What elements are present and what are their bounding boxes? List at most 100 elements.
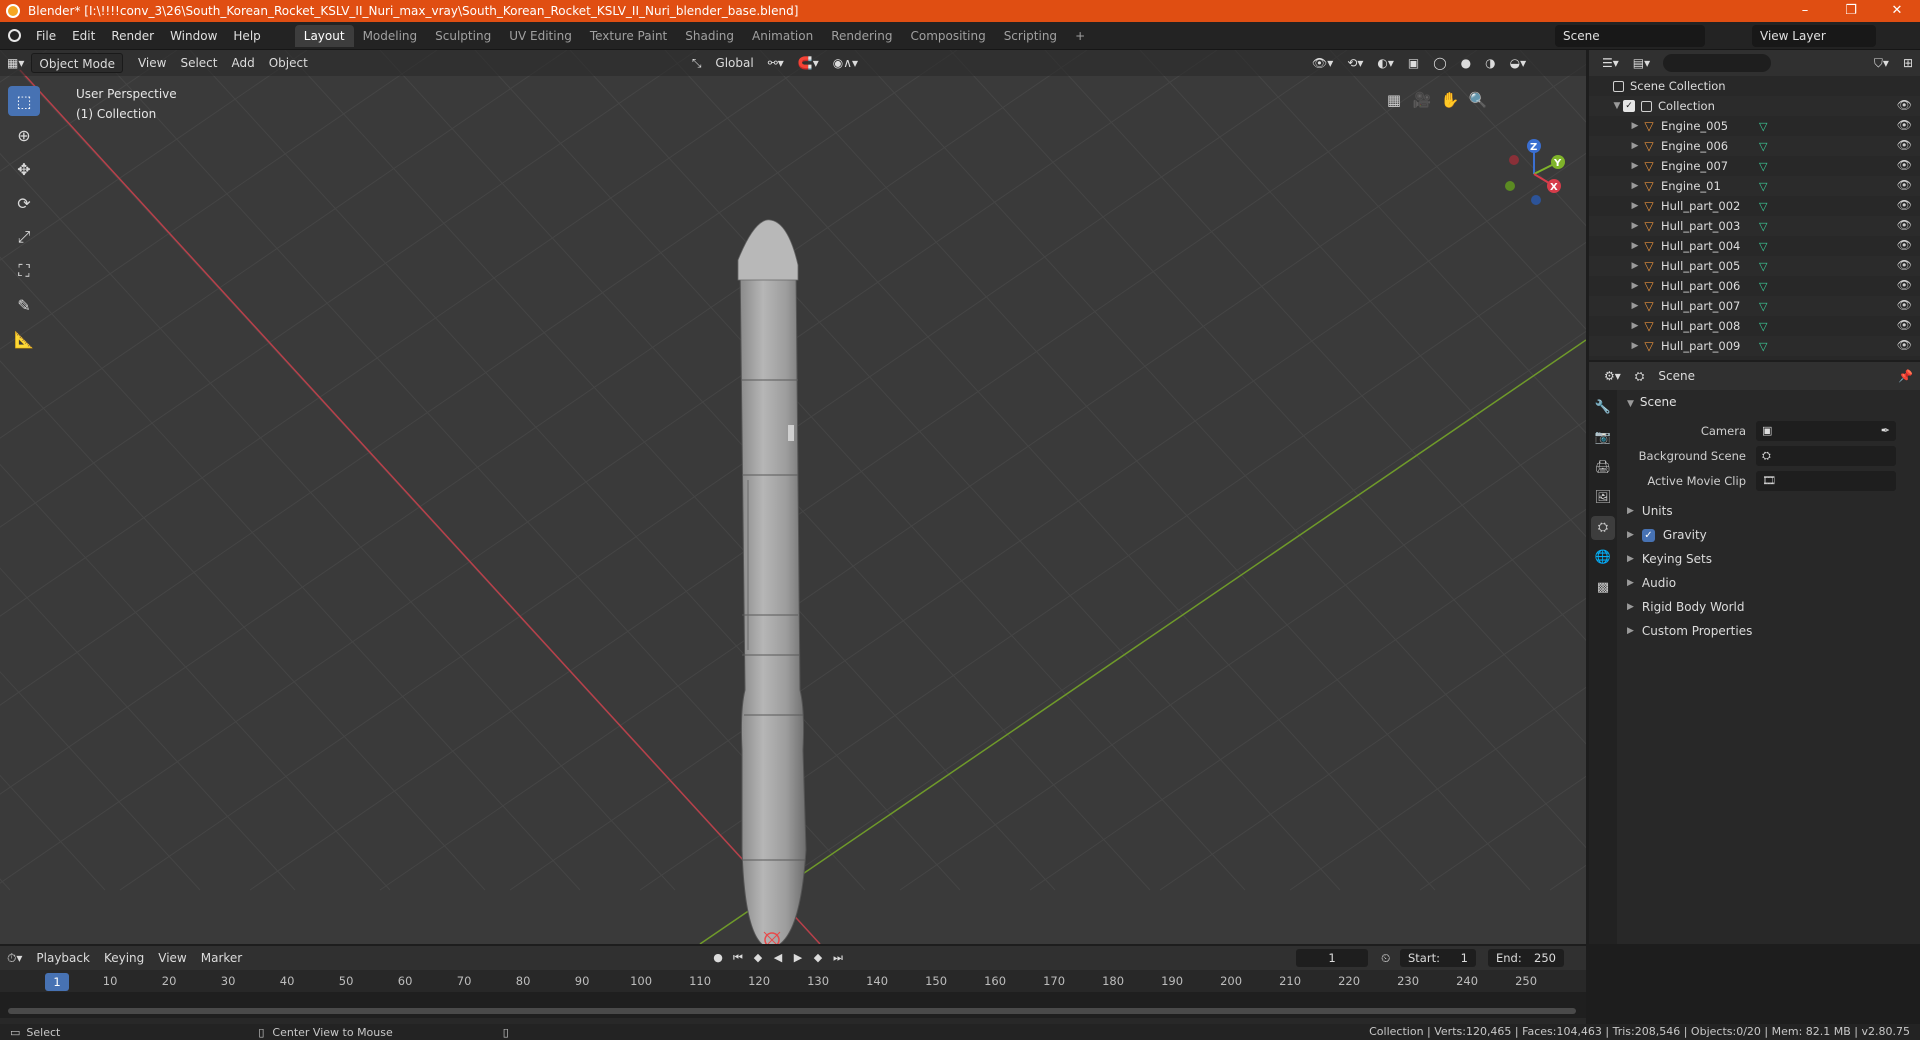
tab-texture-paint[interactable]: Texture Paint (581, 25, 676, 47)
gravity-panel[interactable]: ▶ ✓ Gravity (1619, 523, 1920, 547)
outliner-object-row[interactable]: ▶ ▽ Hull_part_002 ▽ 👁 (1589, 196, 1920, 216)
minimize-button[interactable]: – (1782, 0, 1828, 22)
outliner-object-row[interactable]: ▶ ▽ Engine_006 ▽ 👁 (1589, 136, 1920, 156)
eye-icon[interactable]: 👁 (1897, 338, 1912, 352)
mesh-data-icon[interactable]: ▽ (1759, 280, 1767, 293)
record-icon[interactable]: ● (708, 948, 728, 968)
pivot-icon[interactable]: ⚯▾ (761, 53, 791, 73)
new-collection-icon[interactable]: ⊞ (1896, 53, 1920, 73)
expand-arrow-icon[interactable]: ▶ (1629, 261, 1641, 271)
shading-solid-icon[interactable]: ● (1454, 53, 1478, 73)
outliner-object-row[interactable]: ▶ ▽ Hull_part_008 ▽ 👁 (1589, 316, 1920, 336)
mesh-data-icon[interactable]: ▽ (1759, 300, 1767, 313)
end-frame-field[interactable]: End: 250 (1488, 949, 1564, 967)
mesh-data-icon[interactable]: ▽ (1759, 260, 1767, 273)
eye-icon[interactable]: 👁 (1897, 238, 1912, 252)
active-movie-clip-field[interactable]: 🎞 (1756, 470, 1896, 491)
units-panel[interactable]: ▶ Units (1619, 499, 1920, 523)
annotate-tool-icon[interactable]: ✎ (8, 290, 40, 320)
eye-icon[interactable]: 👁 (1897, 98, 1912, 112)
add-workspace-button[interactable]: + (1066, 25, 1094, 47)
select-box-tool-icon[interactable]: ⬚ (8, 86, 40, 116)
transform-orientation-dropdown[interactable]: Global (708, 53, 760, 73)
frame-ruler[interactable]: 1 10 20 30 40 50 60 70 80 90 100 110 120 130 140 150 16… (0, 972, 1586, 992)
eye-icon[interactable]: 👁 (1897, 318, 1912, 332)
rocket-model[interactable] (737, 219, 807, 944)
render-tab-icon[interactable]: 📷 (1591, 426, 1615, 450)
mesh-data-icon[interactable]: ▽ (1759, 320, 1767, 333)
expand-arrow-icon[interactable]: ▶ (1629, 281, 1641, 291)
object-mode-dropdown[interactable]: Object Mode (31, 53, 123, 73)
audio-panel[interactable]: ▶ Audio (1619, 571, 1920, 595)
pin-icon[interactable]: 📌 (1891, 366, 1920, 386)
mesh-data-icon[interactable]: ▽ (1759, 240, 1767, 253)
scene-tab-icon[interactable]: ⛭ (1591, 516, 1615, 540)
collection-row[interactable]: ▼ ✓ Collection 👁 (1589, 96, 1920, 116)
expand-arrow-icon[interactable]: ▶ (1629, 161, 1641, 171)
view-layer-tab-icon[interactable]: 🖼 (1591, 486, 1615, 510)
expand-arrow-icon[interactable]: ▶ (1629, 141, 1641, 151)
timeline-scrollbar[interactable] (8, 1008, 1576, 1014)
mesh-data-icon[interactable]: ▽ (1759, 140, 1767, 153)
world-tab-icon[interactable]: 🌐 (1591, 546, 1615, 570)
outliner-object-row[interactable]: ▶ ▽ Engine_01 ▽ 👁 (1589, 176, 1920, 196)
tab-animation[interactable]: Animation (743, 25, 822, 47)
pan-hand-icon[interactable]: ✋ (1436, 86, 1464, 114)
tab-layout[interactable]: Layout (294, 24, 354, 47)
tab-uv-editing[interactable]: UV Editing (500, 25, 581, 47)
mesh-data-icon[interactable]: ▽ (1759, 340, 1767, 353)
shading-material-icon[interactable]: ◑ (1478, 53, 1502, 73)
shading-wireframe-icon[interactable]: ◯ (1426, 53, 1453, 73)
xray-toggle-icon[interactable]: ▣ (1401, 53, 1426, 73)
grid-view-icon[interactable]: ▦ (1380, 86, 1408, 114)
scene-collection-row[interactable]: Scene Collection (1589, 76, 1920, 96)
tool-tab-icon[interactable]: 🔧 (1591, 396, 1615, 420)
eye-icon[interactable]: 👁 (1897, 118, 1912, 132)
transform-tool-icon[interactable]: ⛶ (8, 256, 40, 286)
outliner-object-row[interactable]: ▶ ▽ Hull_part_007 ▽ 👁 (1589, 296, 1920, 316)
expand-arrow-icon[interactable]: ▶ (1629, 241, 1641, 251)
texture-tab-icon[interactable]: ▩ (1591, 576, 1615, 600)
view-layer-selector[interactable]: View Layer (1752, 25, 1876, 47)
viewport-menu-add[interactable]: Add (224, 53, 261, 73)
measure-tool-icon[interactable]: 📐 (8, 324, 40, 354)
custom-properties-panel[interactable]: ▶ Custom Properties (1619, 619, 1920, 643)
menu-file[interactable]: File (28, 25, 64, 47)
restore-button[interactable]: ❐ (1828, 0, 1874, 22)
rotate-tool-icon[interactable]: ⟳ (8, 188, 40, 218)
outliner-object-row[interactable]: ▶ ▽ Hull_part_003 ▽ 👁 (1589, 216, 1920, 236)
snap-icon[interactable]: 🧲▾ (791, 53, 826, 73)
tab-compositing[interactable]: Compositing (901, 25, 994, 47)
gravity-checkbox[interactable]: ✓ (1641, 528, 1655, 542)
expand-arrow-icon[interactable]: ▶ (1629, 181, 1641, 191)
current-frame-field[interactable]: 1 (1296, 949, 1368, 967)
keying-sets-panel[interactable]: ▶ Keying Sets (1619, 547, 1920, 571)
background-scene-field[interactable]: ⛭ (1756, 445, 1896, 466)
shading-rendered-icon[interactable]: ◒▾ (1503, 53, 1534, 73)
play-reverse-icon[interactable]: ◀ (768, 948, 788, 968)
expand-arrow-icon[interactable]: ▶ (1629, 221, 1641, 231)
timeline-menu-view[interactable]: View (151, 948, 193, 968)
filter-icon[interactable]: ⛉▾ (1867, 53, 1896, 73)
scene-panel-header[interactable]: ▼ Scene (1619, 390, 1920, 414)
close-button[interactable]: ✕ (1874, 0, 1920, 22)
timeline-menu-keying[interactable]: Keying (97, 948, 151, 968)
mesh-data-icon[interactable]: ▽ (1759, 200, 1767, 213)
output-tab-icon[interactable]: 🖨 (1591, 456, 1615, 480)
tab-rendering[interactable]: Rendering (822, 25, 901, 47)
navigation-gizmo[interactable]: Z Y X (1505, 139, 1565, 205)
mesh-data-icon[interactable]: ▽ (1759, 180, 1767, 193)
menu-window[interactable]: Window (162, 25, 225, 47)
eye-icon[interactable]: 👁 (1897, 218, 1912, 232)
editor-type-icon[interactable]: ▦▾ (0, 53, 31, 73)
start-frame-field[interactable]: Start: 1 (1400, 949, 1476, 967)
outliner-object-row[interactable]: ▶ ▽ Hull_part_006 ▽ 👁 (1589, 276, 1920, 296)
jump-start-icon[interactable]: ⏮ (728, 948, 748, 968)
viewport-menu-select[interactable]: Select (173, 53, 224, 73)
display-mode-icon[interactable]: ▤▾ (1626, 53, 1657, 73)
expand-arrow-icon[interactable]: ▶ (1629, 321, 1641, 331)
mesh-data-icon[interactable]: ▽ (1759, 220, 1767, 233)
gizmo-toggle-icon[interactable]: ⟲▾ (1340, 53, 1370, 73)
properties-editor-type-icon[interactable]: ⚙▾ (1597, 366, 1628, 386)
clock-icon[interactable]: ⏲ (1374, 948, 1397, 968)
